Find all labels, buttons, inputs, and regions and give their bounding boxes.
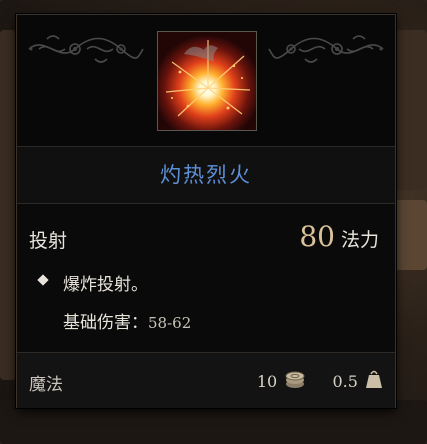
- fireball-explosion-icon: [158, 32, 256, 130]
- item-meta: 10 0.5: [257, 369, 383, 393]
- spell-title-bar: 灼热烈火: [17, 147, 395, 204]
- weight-value: 0.5: [332, 371, 358, 391]
- price-value: 10: [256, 371, 278, 391]
- spell-name: 灼热烈火: [160, 163, 252, 187]
- weight-icon: [365, 369, 383, 393]
- base-damage-value: 58-62: [148, 314, 192, 332]
- damage-row: 基础伤害：58-62: [63, 308, 191, 333]
- spell-cost: 80 法力: [299, 220, 379, 253]
- mana-cost-value: 80: [299, 220, 335, 253]
- diamond-bullet-icon: [37, 274, 49, 286]
- left-ornament-icon: [25, 29, 147, 69]
- tooltip-footer: 魔法 10 0.5: [17, 352, 395, 408]
- coin-stack-icon: [284, 369, 306, 393]
- right-ornament-icon: [265, 29, 387, 69]
- mana-cost-unit: 法力: [340, 229, 379, 251]
- spell-tooltip: 灼热烈火 投射 80 法力 爆炸投射。 基础伤害：58-62 魔法 10 0.5: [16, 14, 396, 408]
- tooltip-header: [17, 15, 395, 147]
- spell-school: 魔法: [29, 375, 63, 395]
- base-damage-label: 基础伤害：: [63, 313, 148, 333]
- spell-type: 投射: [29, 230, 68, 252]
- spell-icon-frame: [157, 31, 257, 131]
- spell-details: 投射 80 法力 爆炸投射。 基础伤害：58-62: [17, 204, 395, 352]
- effect-description: 爆炸投射。: [63, 275, 148, 295]
